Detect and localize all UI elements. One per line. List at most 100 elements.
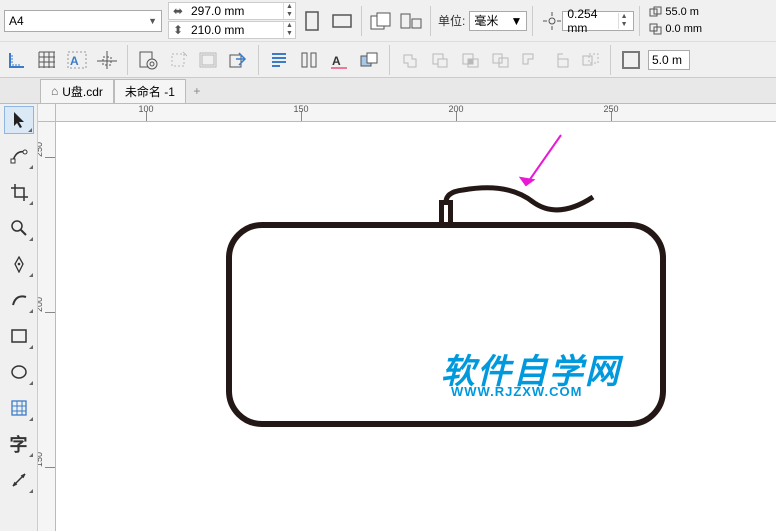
page-width-input[interactable]: ⬌ 297.0 mm ▲▼ <box>168 2 296 20</box>
crop-button[interactable] <box>165 47 191 73</box>
duplicate-y-input[interactable]: 0.0 mm <box>649 21 702 37</box>
align-button[interactable] <box>94 47 120 73</box>
paragraph-lines-icon <box>270 51 288 69</box>
separator <box>430 6 431 36</box>
intersect-button[interactable] <box>457 47 483 73</box>
boundary-icon <box>580 51 600 69</box>
duplicate-x-input[interactable]: 55.0 m <box>649 4 702 20</box>
text-a-underline-icon: A <box>329 51 349 69</box>
square-icon <box>622 51 640 69</box>
paragraph-button[interactable] <box>266 47 292 73</box>
outline-width-value: 5.0 m <box>652 53 682 67</box>
all-pages-button[interactable] <box>367 7 395 35</box>
portrait-button[interactable] <box>298 7 326 35</box>
crop-tool[interactable] <box>4 178 34 206</box>
text-tool[interactable]: 字 <box>4 430 34 458</box>
logo-url-text: WWW.RJZXW.COM <box>451 384 582 399</box>
zoom-tool[interactable] <box>4 214 34 242</box>
parallel-dimension-tool[interactable] <box>4 466 34 494</box>
columns-icon <box>300 51 318 69</box>
artistic-media-tool[interactable] <box>4 286 34 314</box>
tab-udisk[interactable]: ⌂ U盘.cdr <box>40 79 114 103</box>
image-frame-button[interactable] <box>195 47 221 73</box>
annotation-arrow-icon <box>511 130 571 200</box>
horizontal-ruler[interactable]: 100 150 200 250 <box>56 104 776 122</box>
page-height-input[interactable]: ⬍ 210.0 mm ▲▼ <box>168 21 296 39</box>
dup-y-icon <box>649 23 663 35</box>
outline-rect-button[interactable] <box>618 47 644 73</box>
tab-label: U盘.cdr <box>62 83 103 100</box>
mouse-body-rect <box>226 222 666 427</box>
tab-label: 未命名 -1 <box>125 83 175 100</box>
toolbox: 字 <box>0 104 38 531</box>
simplify-button[interactable] <box>487 47 513 73</box>
pages-overlap-icon <box>370 12 392 30</box>
export-arrow-icon <box>228 51 248 69</box>
separator <box>532 6 533 36</box>
text-zi-icon: 字 <box>10 431 28 457</box>
trim-button[interactable] <box>427 47 453 73</box>
snap-pixels-button[interactable] <box>4 47 30 73</box>
duplicate-x-value: 55.0 m <box>665 6 699 18</box>
intersect-icon <box>460 51 480 69</box>
current-page-button[interactable] <box>397 7 425 35</box>
duplicate-distance-group: 55.0 m 0.0 mm <box>649 4 702 37</box>
pick-tool[interactable] <box>4 106 34 134</box>
front-minus-back-button[interactable] <box>517 47 543 73</box>
plus-icon: + <box>193 84 200 98</box>
grid-button[interactable] <box>34 47 60 73</box>
back-minus-front-button[interactable] <box>547 47 573 73</box>
duplicate-y-value: 0.0 mm <box>665 23 702 35</box>
spinner-icon[interactable]: ▲▼ <box>283 22 295 38</box>
svg-text:A: A <box>70 54 79 68</box>
portrait-orientation-icon <box>304 11 320 31</box>
export-button[interactable] <box>225 47 251 73</box>
vertical-ruler[interactable]: 250 200 150 <box>38 122 56 531</box>
overlap-button[interactable] <box>356 47 382 73</box>
polygon-tool[interactable] <box>4 394 34 422</box>
text-frame-button[interactable]: A <box>64 47 90 73</box>
mouse-drawing-object[interactable] <box>226 222 666 427</box>
boundary-button[interactable] <box>577 47 603 73</box>
units-dropdown[interactable]: 毫米 ▼ <box>469 11 527 31</box>
height-icon: ⬍ <box>169 23 187 37</box>
ruler-tick-label: 200 <box>38 297 44 312</box>
spinner-icon[interactable]: ▲▼ <box>283 3 295 19</box>
magnifier-icon <box>10 219 28 237</box>
chevron-down-icon: ▼ <box>510 14 522 28</box>
tab-untitled[interactable]: 未命名 -1 <box>114 79 186 103</box>
weld-button[interactable] <box>397 47 423 73</box>
text-outline-button[interactable]: A <box>326 47 352 73</box>
crosshair-align-icon <box>97 51 117 69</box>
crop-tool-icon <box>10 183 28 201</box>
nudge-input[interactable]: 0.254 mm ▲▼ <box>562 11 634 31</box>
document-tabs: ⌂ U盘.cdr 未命名 -1 + <box>0 78 776 104</box>
svg-text:A: A <box>332 54 341 68</box>
paper-size-value: A4 <box>9 14 24 28</box>
page-width-value: 297.0 mm <box>187 4 283 18</box>
page-dimensions: ⬌ 297.0 mm ▲▼ ⬍ 210.0 mm ▲▼ <box>168 2 296 39</box>
spinner-icon[interactable]: ▲▼ <box>618 13 629 29</box>
page-gear-icon <box>138 50 158 70</box>
outline-width-input[interactable]: 5.0 m <box>648 50 690 70</box>
tab-add-button[interactable]: + <box>186 84 208 98</box>
back-minus-front-icon <box>550 51 570 69</box>
ruler-origin[interactable] <box>38 104 56 122</box>
freehand-tool[interactable] <box>4 250 34 278</box>
picture-icon <box>198 51 218 69</box>
landscape-orientation-icon <box>332 13 352 29</box>
columns-button[interactable] <box>296 47 322 73</box>
separator <box>389 45 390 75</box>
ellipse-tool[interactable] <box>4 358 34 386</box>
pages-align-baseline-icon <box>400 12 422 30</box>
ruler-tick-label: 100 <box>138 104 153 114</box>
rectangle-tool[interactable] <box>4 322 34 350</box>
landscape-button[interactable] <box>328 7 356 35</box>
cable-connector-icon <box>439 200 453 222</box>
options-button[interactable] <box>135 47 161 73</box>
nudge-icon <box>542 11 562 31</box>
shape-tool[interactable] <box>4 142 34 170</box>
rectangle-icon <box>10 327 28 345</box>
paper-size-dropdown[interactable]: A4 ▼ <box>4 10 162 32</box>
drawing-canvas[interactable]: 软件自学网 WWW.RJZXW.COM <box>56 122 776 531</box>
